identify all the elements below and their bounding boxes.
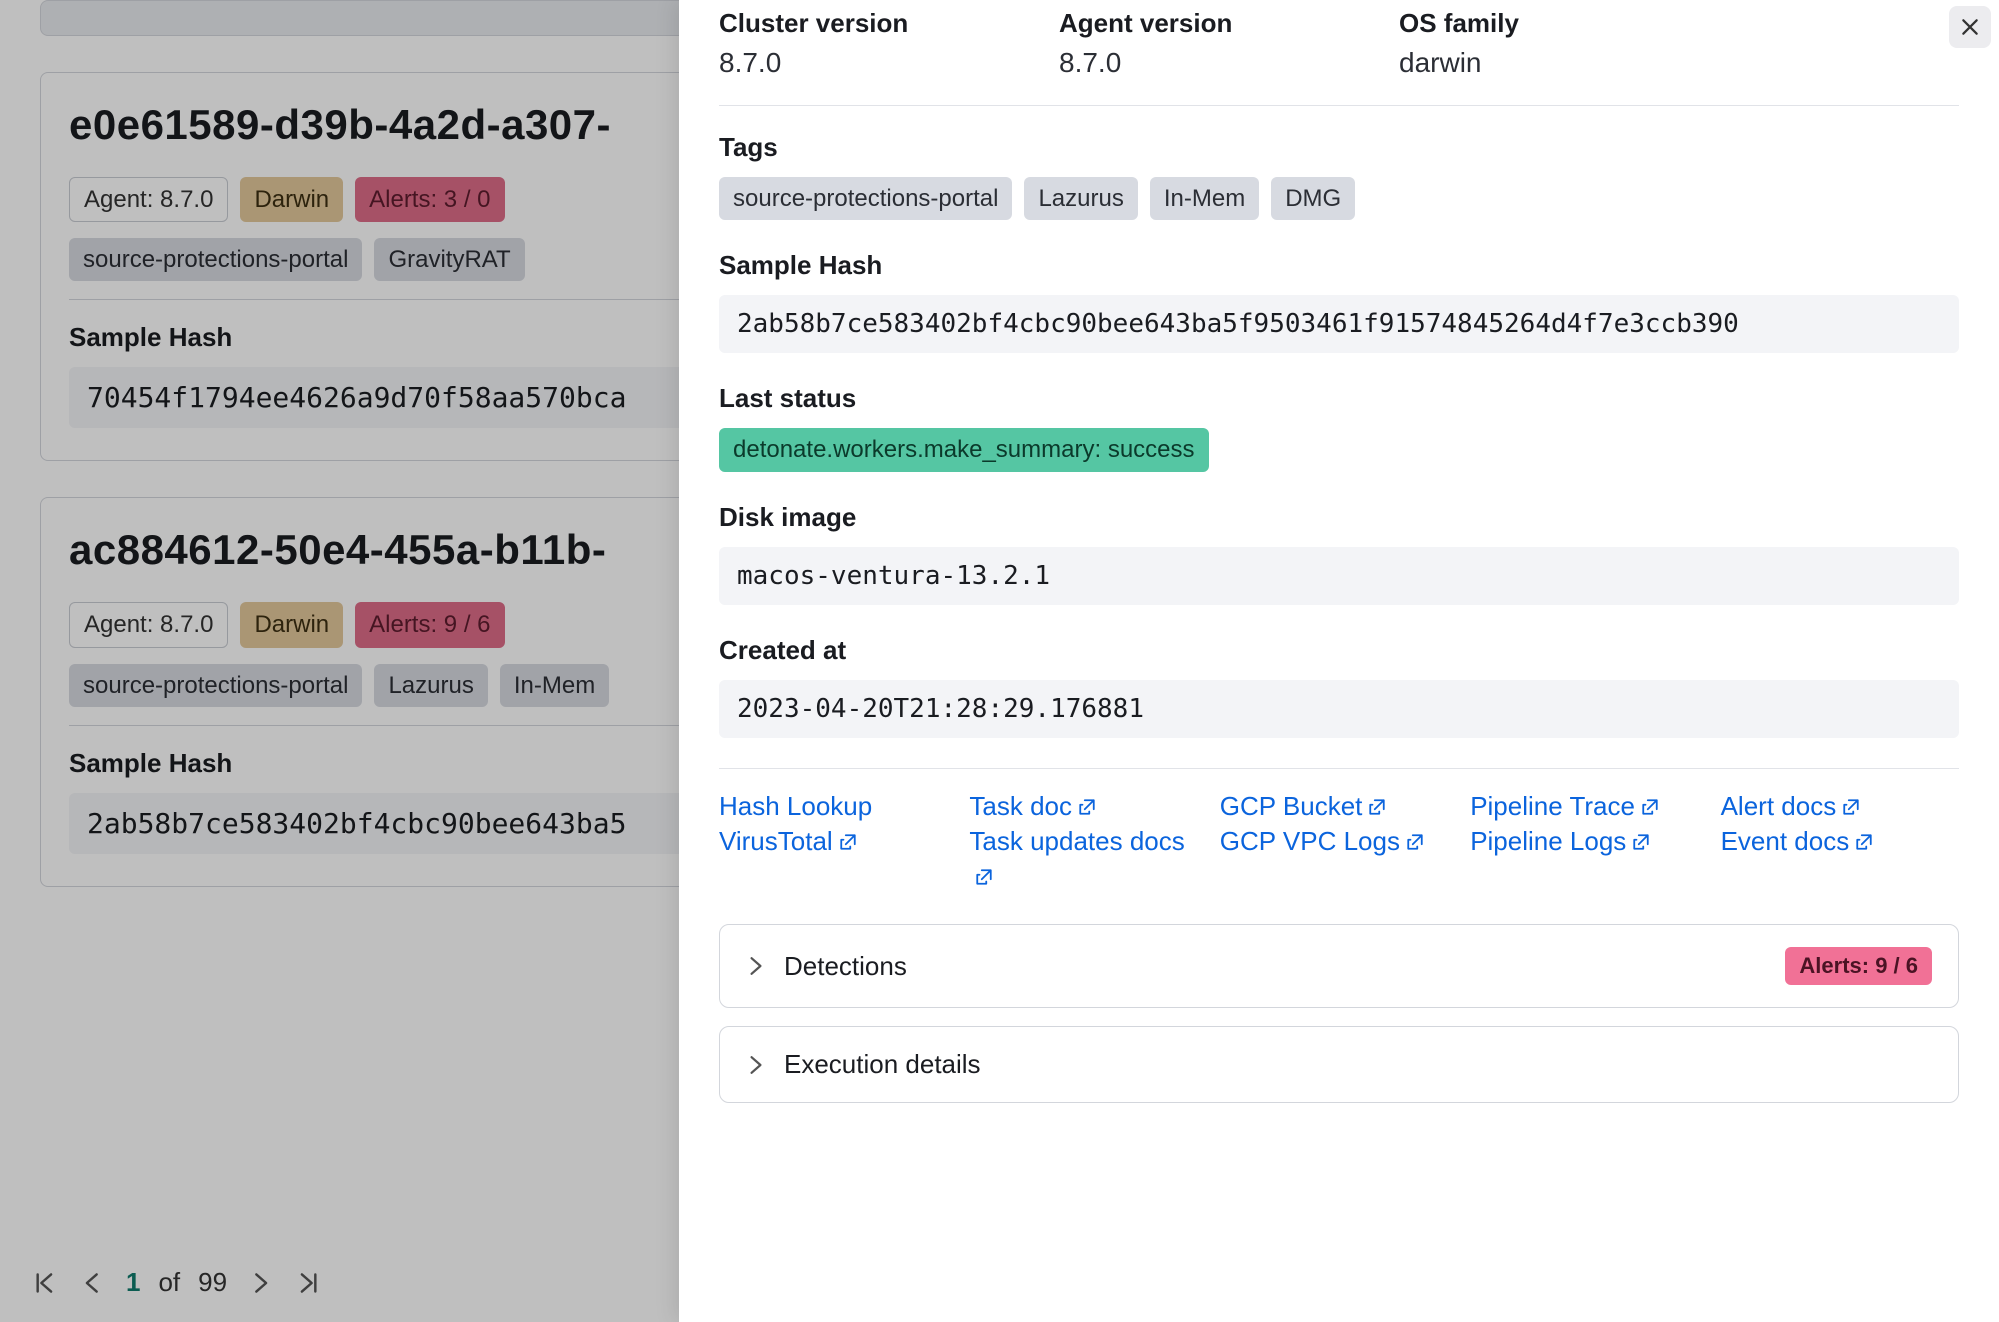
agent-version-value: 8.7.0	[1059, 47, 1319, 79]
first-page-icon	[34, 1272, 56, 1294]
tag-badge: source-protections-portal	[719, 177, 1012, 220]
execution-details-accordion[interactable]: Execution details	[719, 1026, 1959, 1103]
execution-details-label: Execution details	[784, 1049, 981, 1080]
close-button[interactable]	[1949, 6, 1991, 48]
external-link-icon	[1406, 833, 1424, 851]
gcp-vpc-logs-link[interactable]: GCP VPC Logs	[1220, 826, 1424, 856]
gcp-bucket-link[interactable]: GCP Bucket	[1220, 791, 1387, 821]
hash-lookup-link[interactable]: Hash Lookup	[719, 791, 872, 821]
chevron-right-icon	[249, 1272, 271, 1294]
tags-label: Tags	[719, 132, 1959, 163]
agent-badge: Agent: 8.7.0	[69, 177, 228, 222]
event-docs-link[interactable]: Event docs	[1721, 826, 1874, 856]
cluster-version-label: Cluster version	[719, 8, 979, 39]
divider	[719, 105, 1959, 106]
tag-badge: In-Mem	[500, 664, 609, 707]
os-family-label: OS family	[1399, 8, 1659, 39]
last-page-icon	[297, 1272, 319, 1294]
virustotal-link[interactable]: VirusTotal	[719, 826, 857, 856]
external-link-icon	[839, 833, 857, 851]
alerts-badge: Alerts: 9 / 6	[1785, 947, 1932, 985]
status-badge: detonate.workers.make_summary: success	[719, 428, 1209, 472]
agent-version-label: Agent version	[1059, 8, 1319, 39]
external-link-icon	[1368, 798, 1386, 816]
page-total: 99	[198, 1267, 227, 1298]
created-at-label: Created at	[719, 635, 1959, 666]
page-prev-button[interactable]	[78, 1268, 108, 1298]
os-badge: Darwin	[240, 177, 343, 222]
sample-hash-value: 2ab58b7ce583402bf4cbc90bee643ba5f9503461…	[719, 295, 1959, 353]
tag-badge: source-protections-portal	[69, 664, 362, 707]
pipeline-logs-link[interactable]: Pipeline Logs	[1470, 826, 1650, 856]
alerts-badge: Alerts: 3 / 0	[355, 177, 504, 222]
pagination: 1 of 99	[30, 1267, 323, 1298]
disk-image-label: Disk image	[719, 502, 1959, 533]
tag-list: source-protections-portal Lazurus In-Mem…	[719, 177, 1959, 220]
os-badge: Darwin	[240, 602, 343, 647]
alert-docs-link[interactable]: Alert docs	[1721, 791, 1861, 821]
links-grid: Hash Lookup VirusTotal Task doc Task upd…	[719, 789, 1959, 894]
external-link-icon	[1632, 833, 1650, 851]
close-icon	[1960, 17, 1980, 37]
external-link-icon	[1078, 798, 1096, 816]
tag-badge: GravityRAT	[374, 238, 524, 281]
page-last-button[interactable]	[293, 1268, 323, 1298]
external-link-icon	[1855, 833, 1873, 851]
page-first-button[interactable]	[30, 1268, 60, 1298]
task-updates-docs-link[interactable]: Task updates docs	[969, 826, 1184, 891]
tag-badge: In-Mem	[1150, 177, 1259, 220]
external-link-icon	[975, 868, 993, 886]
external-link-icon	[1641, 798, 1659, 816]
chevron-left-icon	[82, 1272, 104, 1294]
tag-badge: source-protections-portal	[69, 238, 362, 281]
disk-image-value: macos-ventura-13.2.1	[719, 547, 1959, 605]
detections-accordion[interactable]: Detections Alerts: 9 / 6	[719, 924, 1959, 1008]
created-at-value: 2023-04-20T21:28:29.176881	[719, 680, 1959, 738]
divider	[719, 768, 1959, 769]
last-status-label: Last status	[719, 383, 1959, 414]
page-current: 1	[126, 1267, 140, 1298]
page-of: of	[158, 1267, 180, 1298]
tag-badge: DMG	[1271, 177, 1355, 220]
external-link-icon	[1842, 798, 1860, 816]
summary-row: Cluster version 8.7.0 Agent version 8.7.…	[719, 0, 1959, 79]
page-next-button[interactable]	[245, 1268, 275, 1298]
tag-badge: Lazurus	[1024, 177, 1137, 220]
task-doc-link[interactable]: Task doc	[969, 791, 1096, 821]
cluster-version-value: 8.7.0	[719, 47, 979, 79]
detections-label: Detections	[784, 951, 907, 982]
sample-hash-label: Sample Hash	[719, 250, 1959, 281]
os-family-value: darwin	[1399, 47, 1659, 79]
detail-flyout: Cluster version 8.7.0 Agent version 8.7.…	[679, 0, 1999, 1322]
chevron-right-icon	[746, 1055, 766, 1075]
alerts-badge: Alerts: 9 / 6	[355, 602, 504, 647]
pipeline-trace-link[interactable]: Pipeline Trace	[1470, 791, 1659, 821]
chevron-right-icon	[746, 956, 766, 976]
agent-badge: Agent: 8.7.0	[69, 602, 228, 647]
tag-badge: Lazurus	[374, 664, 487, 707]
